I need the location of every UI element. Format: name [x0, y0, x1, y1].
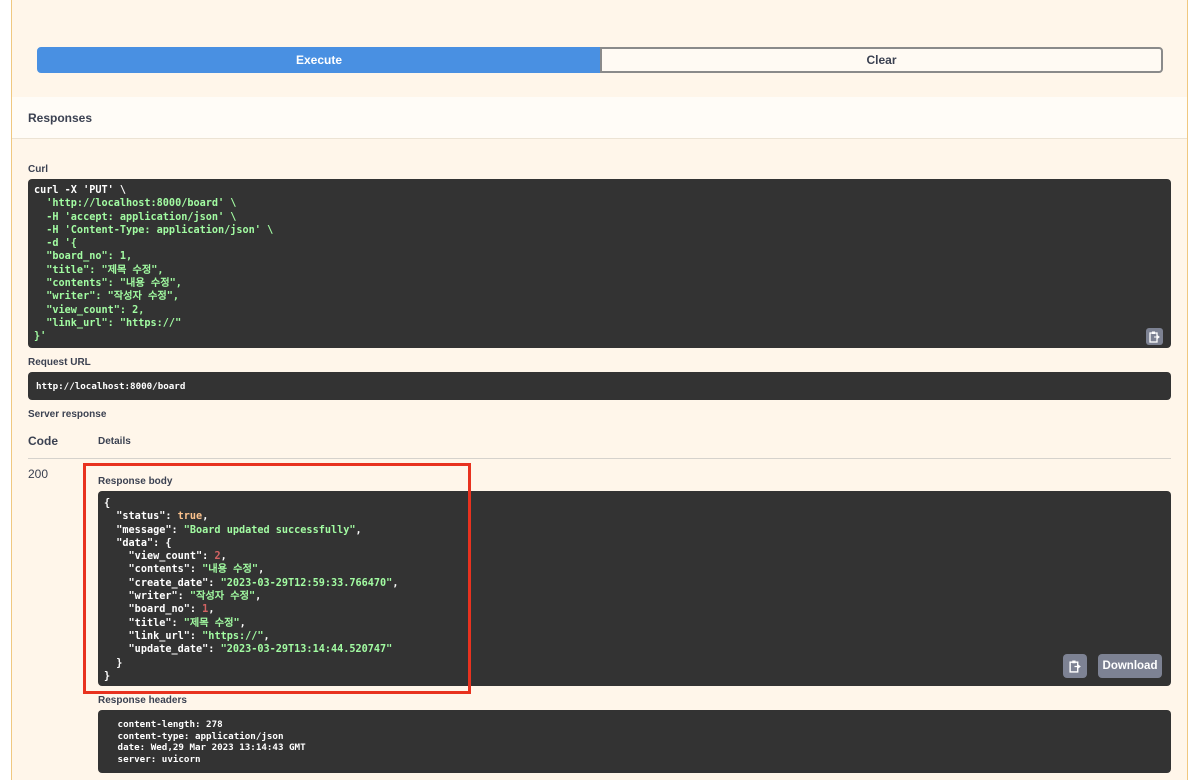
curl-line: "view_count": 2, [34, 304, 145, 316]
curl-line: 'http://localhost:8000/board' \ [34, 198, 237, 210]
header-line: server: uvicorn [112, 753, 207, 765]
table-divider [28, 458, 1171, 459]
curl-line: -H 'Content-Type: application/json' \ [34, 224, 274, 236]
curl-line: -H 'accept: application/json' \ [34, 211, 237, 223]
curl-line: "board_no": 1, [34, 251, 133, 263]
curl-line: "contents": "내용 수정", [34, 278, 182, 290]
response-headers-label: Response headers [98, 695, 187, 706]
request-url-label: Request URL [28, 357, 91, 368]
curl-line: "link_url": "https://" [34, 317, 182, 329]
copy-icon[interactable] [1063, 654, 1087, 678]
request-url-value: http://localhost:8000/board [28, 372, 1171, 400]
response-code: 200 [28, 467, 49, 481]
download-button[interactable]: Download [1098, 654, 1162, 678]
clear-button[interactable]: Clear [600, 47, 1163, 73]
curl-line: }' [34, 331, 47, 343]
curl-code-block[interactable]: curl -X 'PUT' \ 'http://localhost:8000/b… [28, 179, 1171, 348]
curl-line: -d '{ [34, 238, 77, 250]
responses-title: Responses [28, 111, 93, 125]
curl-line: curl -X 'PUT' \ [34, 185, 127, 196]
header-line: content-type: application/json [112, 730, 290, 742]
highlight-annotation [83, 463, 471, 694]
curl-line: "writer": "작성자 수정", [34, 291, 179, 303]
header-line: content-length: 278 [112, 719, 229, 730]
server-response-label: Server response [28, 409, 107, 420]
curl-line: "title": "제목 수정", [34, 264, 164, 276]
responses-header [12, 97, 1187, 139]
copy-icon[interactable] [1146, 328, 1163, 345]
curl-label: Curl [28, 164, 48, 175]
execute-button[interactable]: Execute [37, 47, 601, 73]
response-headers-code[interactable]: content-length: 278 content-type: applic… [98, 710, 1171, 773]
details-column-header: Details [98, 436, 131, 447]
code-column-header: Code [28, 434, 58, 448]
header-line: date: Wed,29 Mar 2023 13:14:43 GMT [112, 742, 312, 753]
